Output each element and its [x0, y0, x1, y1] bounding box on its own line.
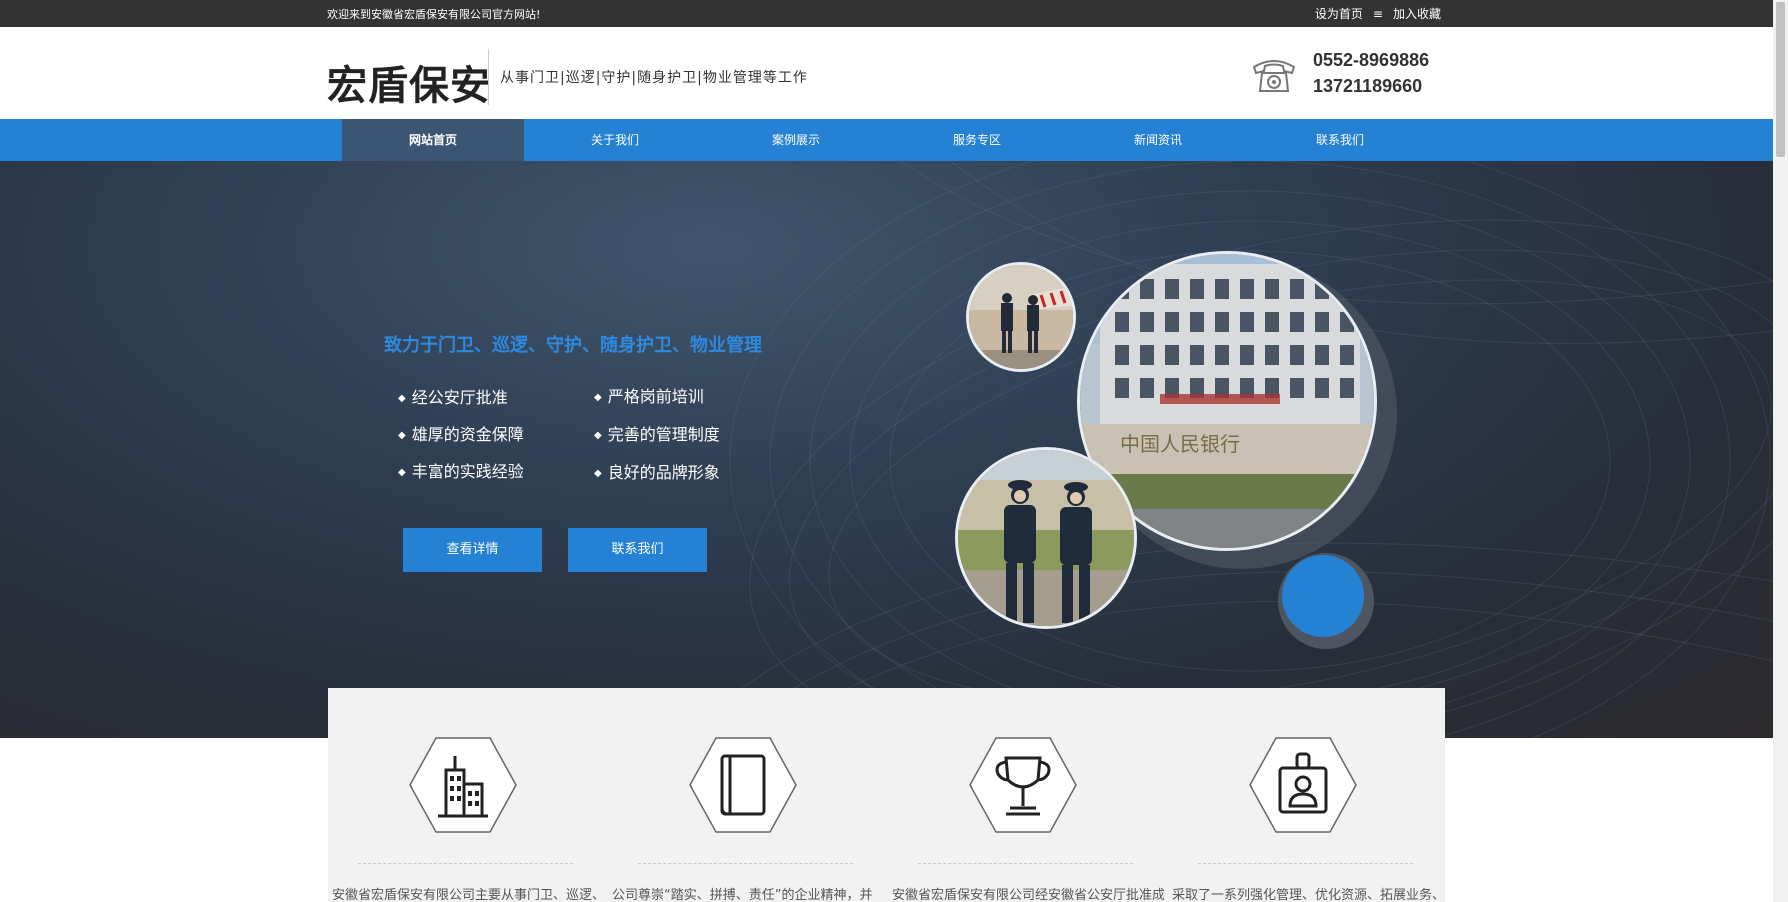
guards-gate-photo: [966, 262, 1076, 372]
nav-home[interactable]: 网站首页: [342, 119, 524, 161]
welcome-text: 欢迎来到安徽省宏盾保安有限公司官方网站!: [327, 8, 541, 21]
feature-column: 公司尊崇“踏实、拼搏、责任”的企业精神，并: [608, 688, 888, 902]
phone-numbers: 0552-8969886 13721189660: [1313, 47, 1429, 99]
diamond-bullet-icon: ◆: [594, 430, 602, 441]
telephone-icon: [1252, 60, 1296, 92]
scrollbar-thumb[interactable]: [1776, 2, 1785, 157]
diamond-bullet-icon: ◆: [398, 430, 406, 441]
separator: ≡: [1372, 7, 1383, 21]
feature-divider: [358, 863, 573, 864]
feature-text: 公司尊崇“踏实、拼搏、责任”的企业精神，并: [612, 888, 873, 902]
diamond-bullet-icon: ◆: [398, 467, 406, 478]
feature-item: ◆ 雄厚的资金保障: [398, 425, 524, 444]
logo-divider: [488, 49, 489, 105]
trophy-icon[interactable]: [968, 736, 1078, 834]
contact-us-button[interactable]: 联系我们: [568, 528, 707, 572]
site-logo[interactable]: 宏盾保安: [327, 53, 491, 111]
feature-column: 安徽省宏盾保安有限公司经安徽省公安厅批准成: [888, 688, 1168, 902]
feature-item: ◆ 良好的品牌形象: [594, 463, 720, 482]
phone-number-2: 13721189660: [1313, 76, 1423, 96]
feature-item: ◆ 完善的管理制度: [594, 425, 720, 444]
nav-cases[interactable]: 案例展示: [705, 119, 887, 161]
view-details-button[interactable]: 查看详情: [403, 528, 542, 572]
hero-wave-lines: [699, 161, 1773, 738]
bookmark-link[interactable]: 加入收藏: [1393, 7, 1441, 21]
book-icon[interactable]: [688, 736, 798, 834]
nav-services[interactable]: 服务专区: [886, 119, 1068, 161]
set-homepage-link[interactable]: 设为首页: [1315, 7, 1363, 21]
diamond-bullet-icon: ◆: [594, 468, 602, 479]
top-bar: 欢迎来到安徽省宏盾保安有限公司官方网站! 设为首页 ≡ 加入收藏: [0, 0, 1773, 27]
nav-news[interactable]: 新闻资讯: [1067, 119, 1249, 161]
feature-item: ◆ 严格岗前培训: [594, 387, 704, 406]
id-badge-icon[interactable]: [1248, 736, 1358, 834]
feature-column: 采取了一系列强化管理、优化资源、拓展业务、: [1168, 688, 1448, 902]
phone-number-1: 0552-8969886: [1313, 50, 1430, 70]
site-tagline: 从事门卫|巡逻|守护|随身护卫|物业管理等工作: [500, 70, 808, 86]
site-header: 宏盾保安 从事门卫|巡逻|守护|随身护卫|物业管理等工作 0552-896988…: [0, 27, 1773, 119]
features-section: 安徽省宏盾保安有限公司主要从事门卫、巡逻、 公司尊崇“踏实、拼搏、责任”的企业精…: [328, 688, 1445, 902]
nav-about[interactable]: 关于我们: [524, 119, 706, 161]
nav-contact[interactable]: 联系我们: [1249, 119, 1431, 161]
feature-column: 安徽省宏盾保安有限公司主要从事门卫、巡逻、: [328, 688, 608, 902]
feature-text: 安徽省宏盾保安有限公司主要从事门卫、巡逻、: [332, 888, 604, 902]
feature-divider: [1198, 863, 1413, 864]
feature-item: ◆ 经公安厅批准: [398, 388, 508, 407]
hero-title: 致力于门卫、巡逻、守护、随身护卫、物业管理: [384, 335, 762, 356]
feature-item: ◆ 丰富的实践经验: [398, 462, 524, 481]
feature-text: 采取了一系列强化管理、优化资源、拓展业务、: [1172, 888, 1444, 902]
vertical-scrollbar[interactable]: [1773, 0, 1788, 902]
building-icon[interactable]: [408, 736, 518, 834]
top-links: 设为首页 ≡ 加入收藏: [1315, 5, 1441, 22]
hero-banner: 致力于门卫、巡逻、守护、随身护卫、物业管理 ◆ 经公安厅批准 ◆ 雄厚的资金保障 ◆…: [0, 161, 1773, 738]
feature-divider: [638, 863, 853, 864]
diamond-bullet-icon: ◆: [398, 393, 406, 404]
feature-divider: [918, 863, 1133, 864]
feature-text: 安徽省宏盾保安有限公司经安徽省公安厅批准成: [892, 888, 1164, 902]
guards-image: [958, 450, 1134, 626]
guards-photo: [955, 447, 1137, 629]
bank-sign-text: 中国人民银行: [1120, 432, 1240, 456]
main-nav: 网站首页 关于我们 案例展示 服务专区 新闻资讯 联系我们: [0, 119, 1773, 161]
decor-blue-circle: [1282, 555, 1364, 637]
diamond-bullet-icon: ◆: [594, 392, 602, 403]
